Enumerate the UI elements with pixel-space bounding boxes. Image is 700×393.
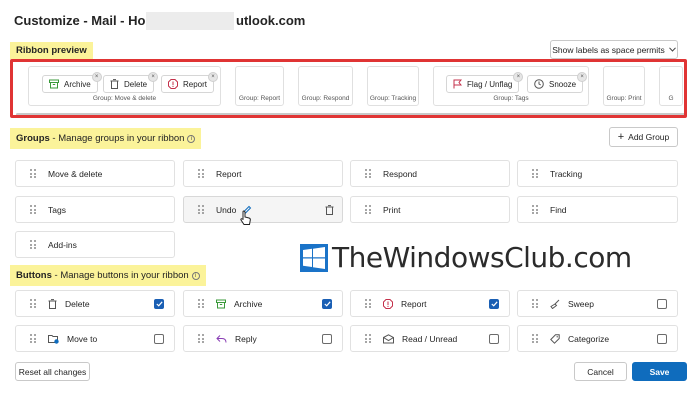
watermark: TheWindowsClub.com (300, 241, 632, 274)
trash-icon (48, 298, 57, 309)
sweep-checkbox[interactable] (657, 298, 667, 309)
report-icon (383, 298, 393, 309)
envelope-icon (383, 333, 394, 344)
drag-handle-icon[interactable] (30, 240, 36, 249)
folder-move-icon (48, 334, 59, 344)
tag-icon (550, 333, 560, 344)
dialog-title-suffix: utlook.com (236, 13, 306, 28)
drag-handle-icon[interactable] (198, 334, 204, 343)
drag-handle-icon[interactable] (198, 205, 204, 214)
show-labels-dropdown[interactable]: Show labels as space permits (550, 40, 678, 59)
button-card-archive[interactable]: Archive (183, 290, 343, 317)
windows-logo-icon (300, 243, 328, 272)
group-card-find[interactable]: Find (517, 196, 678, 223)
save-button[interactable]: Save (632, 362, 687, 381)
drag-handle-icon[interactable] (532, 205, 538, 214)
group-card-add-ins[interactable]: Add-ins (15, 231, 175, 258)
group-undo-label: Undo (216, 204, 237, 215)
report-checkbox[interactable] (489, 298, 499, 309)
categorize-checkbox[interactable] (657, 333, 667, 344)
read-unread-checkbox[interactable] (489, 333, 499, 344)
annotation-highlight-box (10, 59, 687, 118)
drag-handle-icon[interactable] (365, 169, 371, 178)
cancel-button[interactable]: Cancel (574, 362, 627, 381)
customize-dialog: Customize - Mail - Home utlook.com Ribbo… (0, 0, 700, 393)
group-card-move-delete[interactable]: Move & delete (15, 160, 175, 187)
group-card-tracking[interactable]: Tracking (517, 160, 678, 187)
ribbon-preview-label: Ribbon preview (10, 42, 93, 59)
broom-icon (550, 299, 560, 309)
archive-icon (216, 299, 226, 309)
watermark-text: TheWindowsClub.com (332, 241, 632, 274)
drag-handle-icon[interactable] (365, 205, 371, 214)
drag-handle-icon[interactable] (365, 299, 371, 308)
plus-icon: + (617, 131, 625, 143)
drag-handle-icon[interactable] (198, 169, 204, 178)
show-labels-text: Show labels as space permits (552, 44, 665, 55)
drag-handle-icon[interactable] (198, 299, 204, 308)
button-card-move-to[interactable]: Move to (15, 325, 175, 352)
chevron-down-icon (668, 47, 676, 52)
drag-handle-icon[interactable] (30, 169, 36, 178)
group-card-respond[interactable]: Respond (350, 160, 510, 187)
reset-all-button[interactable]: Reset all changes (15, 362, 90, 381)
button-card-report[interactable]: Report (350, 290, 510, 317)
button-card-categorize[interactable]: Categorize (517, 325, 678, 352)
buttons-section-label: Buttons - Manage buttons in your ribbon i (10, 265, 206, 286)
info-icon[interactable]: i (191, 272, 200, 280)
button-card-reply[interactable]: Reply (183, 325, 343, 352)
groups-section-label: Groups - Manage groups in your ribbon i (10, 128, 202, 149)
drag-handle-icon[interactable] (365, 334, 371, 343)
button-card-read-unread[interactable]: Read / Unread (350, 325, 510, 352)
move-to-checkbox[interactable] (154, 333, 164, 344)
reply-icon (216, 334, 227, 344)
button-card-delete[interactable]: Delete (15, 290, 175, 317)
redacted-email (146, 12, 234, 30)
drag-handle-icon[interactable] (30, 299, 36, 308)
delete-checkbox[interactable] (154, 298, 164, 309)
dialog-title: Customize - Mail - Home (14, 13, 165, 28)
reply-checkbox[interactable] (322, 333, 332, 344)
drag-handle-icon[interactable] (532, 299, 538, 308)
group-card-tags[interactable]: Tags (15, 196, 175, 223)
group-card-print[interactable]: Print (350, 196, 510, 223)
trash-icon[interactable] (325, 204, 334, 215)
add-group-button[interactable]: + Add Group (609, 127, 678, 147)
info-icon[interactable]: i (187, 135, 196, 143)
drag-handle-icon[interactable] (532, 334, 538, 343)
button-card-sweep[interactable]: Sweep (517, 290, 678, 317)
group-card-report[interactable]: Report (183, 160, 343, 187)
drag-handle-icon[interactable] (30, 205, 36, 214)
mouse-cursor-icon (240, 210, 252, 231)
drag-handle-icon[interactable] (532, 169, 538, 178)
group-card-undo[interactable]: Undo (183, 196, 343, 223)
archive-checkbox[interactable] (322, 298, 332, 309)
drag-handle-icon[interactable] (30, 334, 36, 343)
